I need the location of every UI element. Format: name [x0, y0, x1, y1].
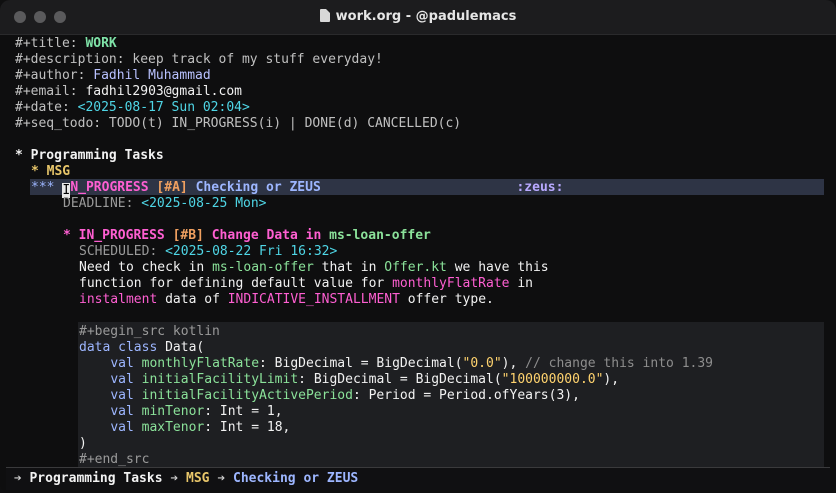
email-keyword-line: #+email: fadhil2903@gmail.com [15, 84, 242, 99]
code-line-4: val initialFacilityActivePeriod: Period … [110, 388, 580, 403]
code-line-2: val monthlyFlatRate: BigDecimal = BigDec… [110, 356, 713, 371]
heading-programming-tasks[interactable]: * Programming Tasks [15, 148, 164, 164]
breadcrumb-arrow-icon: ➔ [217, 471, 226, 486]
code-line-3: val initialFacilityLimit: BigDecimal = B… [110, 372, 620, 387]
heading-checking-or-zeus[interactable]: *** IN_PROGRESS [#A] Checking or ZEUS :z… [31, 180, 563, 198]
code-line-1: data class Data( [79, 340, 205, 355]
description-keyword-line: #+description: keep track of my stuff ev… [15, 52, 383, 67]
code-line-5: val minTenor: Int = 1, [110, 404, 283, 419]
date-keyword-line: #+date: <2025-08-17 Sun 02:04> [15, 100, 250, 115]
org-buffer[interactable]: #+title: WORK #+description: keep track … [0, 34, 836, 468]
breadcrumb-arrow-icon: ➔ [13, 471, 22, 486]
heading-change-data[interactable]: * IN_PROGRESS [#B] Change Data in ms-loa… [63, 228, 431, 244]
breadcrumb-checking-or-zeus[interactable]: Checking or ZEUS [233, 471, 358, 486]
title-bar: work.org - @padulemacs [0, 0, 836, 35]
body-line-3: instalment data of INDICATIVE_INSTALLMEN… [79, 292, 494, 307]
emacs-window: work.org - @padulemacs #+title: WORK #+d… [0, 0, 836, 493]
code-line-7: ) [79, 436, 87, 451]
breadcrumb-programming-tasks[interactable]: Programming Tasks [29, 471, 162, 486]
src-begin-line: #+begin_src kotlin [79, 324, 220, 339]
body-line-1: Need to check in ms-loan-offer that in O… [79, 260, 549, 275]
seq-todo-keyword-line: #+seq_todo: TODO(t) IN_PROGRESS(i) | DON… [15, 116, 462, 131]
scheduled-line: SCHEDULED: <2025-08-22 Fri 16:32> [79, 244, 338, 259]
tag-zeus[interactable]: :zeus: [516, 180, 563, 195]
document-icon [319, 9, 330, 22]
code-line-6: val maxTenor: Int = 18, [110, 420, 291, 435]
mode-line-breadcrumb: ➔ Programming Tasks ➔ MSG ➔ Checking or … [6, 467, 830, 490]
deadline-line: DEADLINE: <2025-08-25 Mon> [63, 196, 267, 211]
window-title-text: work.org - @padulemacs [335, 9, 517, 24]
author-keyword-line: #+author: Fadhil Muhammad [15, 68, 211, 83]
breadcrumb-msg[interactable]: MSG [186, 471, 209, 486]
src-end-line: #+end_src [79, 452, 150, 467]
title-keyword-line: #+title: WORK [15, 36, 117, 51]
heading-msg[interactable]: * MSG [31, 164, 70, 180]
breadcrumb-arrow-icon: ➔ [170, 471, 179, 486]
window-title: work.org - @padulemacs [0, 9, 836, 24]
body-line-2: function for defining default value for … [79, 276, 533, 291]
